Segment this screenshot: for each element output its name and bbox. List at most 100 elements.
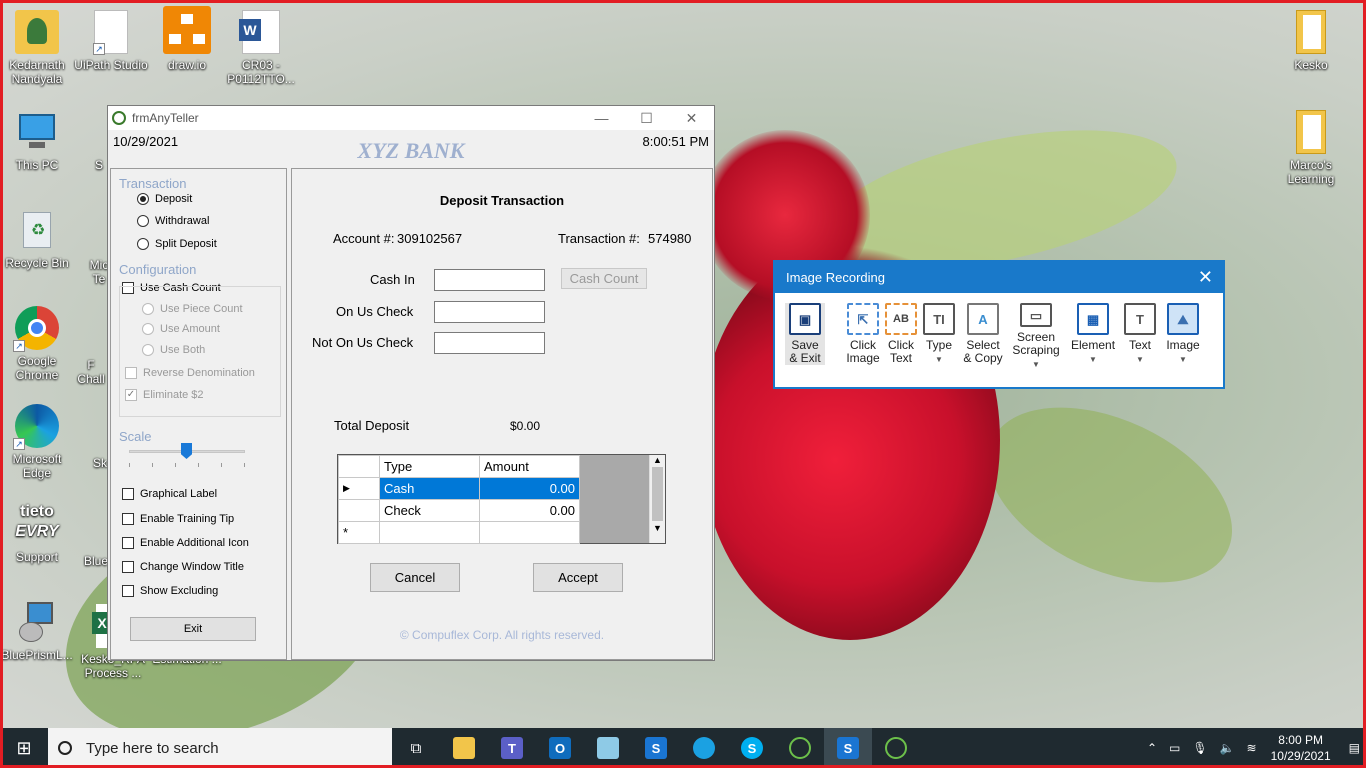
desktop-icon-blueprism[interactable]: BluePrismL... [0,600,74,662]
desktop-icon-partial[interactable]: F Chall [76,358,106,386]
desktop-icon-drawio[interactable]: draw.io [150,6,224,72]
radio-split-deposit[interactable]: Split Deposit [137,238,217,250]
checkbox-show-excluding[interactable]: Show Excluding [122,585,218,597]
click-image-button[interactable]: ⇱ Click Image [843,303,883,365]
slider-thumb[interactable] [181,443,192,459]
screen-scraping-button[interactable]: ▭ Screen Scraping ▼ [1007,303,1065,371]
installer-icon [15,600,59,644]
select-copy-icon: A [967,303,999,335]
dropdown-caret-icon[interactable]: ▼ [935,355,943,364]
task-view-icon[interactable]: ⧉ [392,728,440,768]
total-deposit-label: Total Deposit [334,418,410,433]
dropdown-caret-icon[interactable]: ▼ [1136,355,1144,364]
teller-app-icon[interactable] [776,728,824,768]
outlook-icon[interactable]: O [536,728,584,768]
desktop-icon-partial[interactable]: Blue [84,554,108,568]
amount-cell[interactable]: 0.00 [479,477,580,500]
battery-icon[interactable]: ▭ [1169,741,1180,755]
desktop-icon-support[interactable]: tieto EVRY Support [0,502,74,564]
text-button[interactable]: T Text ▼ [1123,303,1157,366]
notepad-icon[interactable] [584,728,632,768]
cash-count-button[interactable]: Cash Count [561,268,647,289]
radio-use-both[interactable]: Use Both [142,344,205,356]
column-header-type[interactable]: Type [379,455,480,478]
teller-app-icon-2[interactable] [872,728,920,768]
close-icon[interactable]: ✕ [1198,267,1213,288]
checkbox-icon [122,513,134,525]
checkbox-enable-training-tip[interactable]: Enable Training Tip [122,513,234,525]
desktop-icon-user-folder[interactable]: Kedarnath Nandyala [0,10,74,86]
desktop-icon-marcos-learning[interactable]: Marco's Learning [1274,110,1348,186]
radio-icon [142,303,154,315]
table-row[interactable]: ▶ Cash 0.00 [338,477,580,500]
desktop-icon-edge[interactable]: ↗ Microsoft Edge [0,404,74,480]
total-deposit-value: $0.00 [510,419,541,433]
taskbar-clock[interactable]: 8:00 PM 10/29/2021 [1271,732,1331,764]
exit-button[interactable]: Exit [130,617,256,641]
scroll-down-icon[interactable]: ▼ [650,523,665,533]
dropdown-caret-icon[interactable]: ▼ [1089,355,1097,364]
minimize-icon[interactable]: — [579,110,624,127]
radio-deposit[interactable]: Deposit [137,193,192,205]
scroll-up-icon[interactable]: ▲ [650,455,665,465]
dropdown-caret-icon[interactable]: ▼ [1032,360,1040,369]
sap-icon[interactable]: S [632,728,680,768]
type-cell[interactable]: Cash [379,477,480,500]
desktop-icon-kesko[interactable]: Kesko [1274,10,1348,72]
close-icon[interactable]: ✕ [669,110,714,127]
element-button[interactable]: ▦ Element ▼ [1071,303,1115,366]
dropdown-caret-icon[interactable]: ▼ [1179,355,1187,364]
desktop-icon-word-doc[interactable]: W CR03 - P0112TTO... [224,10,298,86]
start-button[interactable]: ⊞ [0,728,48,768]
checkbox-change-window-title[interactable]: Change Window Title [122,561,244,573]
transaction-heading: Deposit Transaction [439,193,565,208]
wifi-icon[interactable]: ≋ [1247,741,1257,755]
radio-withdrawal[interactable]: Withdrawal [137,215,209,227]
checkbox-enable-additional-icon[interactable]: Enable Additional Icon [122,537,249,549]
teams-icon[interactable]: T [488,728,536,768]
radio-use-amount[interactable]: Use Amount [142,323,220,335]
desktop-icon-uipath-studio[interactable]: ↗ UiPath Studio [74,10,148,72]
checkbox-eliminate-2[interactable]: ✓ Eliminate $2 [125,389,204,401]
notification-icon[interactable]: ▤ [1349,741,1360,755]
desktop-icon-recycle-bin[interactable]: ♻ Recycle Bin [0,208,74,270]
taskbar-search[interactable]: Type here to search [48,728,392,768]
click-text-button[interactable]: AB Click Text [883,303,919,365]
maximize-icon[interactable]: ☐ [624,110,669,127]
checkbox-reverse-denomination[interactable]: Reverse Denomination [125,367,255,379]
click-image-icon: ⇱ [847,303,879,335]
on-us-check-field[interactable] [434,301,545,323]
select-copy-button[interactable]: A Select & Copy [961,303,1005,365]
slider-ticks [129,463,245,467]
type-button[interactable]: TI Type ▼ [921,303,957,366]
not-on-us-check-field[interactable] [434,332,545,354]
image-recording-title-bar[interactable]: Image Recording ✕ [775,262,1223,293]
accept-button[interactable]: Accept [533,563,623,592]
radio-use-piece-count[interactable]: Use Piece Count [142,303,243,315]
scale-slider[interactable] [129,443,245,469]
column-header-amount[interactable]: Amount [479,455,580,478]
amount-cell[interactable]: 0.00 [479,499,580,522]
image-recording-app-icon[interactable]: S [824,728,872,768]
desktop-icon-chrome[interactable]: ↗ Google Chrome [0,306,74,382]
table-row[interactable]: Check 0.00 [338,499,580,522]
image-button[interactable]: ⛰ Image ▼ [1165,303,1201,366]
checkbox-graphical-label[interactable]: Graphical Label [122,488,217,500]
new-row-marker: * [338,521,380,544]
desktop-icon-this-pc[interactable]: This PC [0,110,74,172]
file-explorer-icon[interactable] [440,728,488,768]
skype-icon[interactable]: S [728,728,776,768]
scroll-thumb[interactable] [652,467,663,521]
type-cell[interactable]: Check [379,499,480,522]
checkbox-icon [122,561,134,573]
save-exit-button[interactable]: ▣ Save & Exit [785,303,825,365]
grid-scrollbar[interactable]: ▲ ▼ [649,455,665,543]
teller-title-bar[interactable]: frmAnyTeller — ☐ ✕ [108,106,714,130]
chevron-up-icon[interactable]: ⌃ [1147,741,1157,755]
table-row-new[interactable]: * [338,521,580,544]
edge-icon[interactable] [680,728,728,768]
cancel-button[interactable]: Cancel [370,563,460,592]
microphone-icon[interactable]: 🎙 [1192,741,1207,755]
volume-icon[interactable]: 🔈 [1220,741,1235,755]
cash-in-field[interactable] [434,269,545,291]
